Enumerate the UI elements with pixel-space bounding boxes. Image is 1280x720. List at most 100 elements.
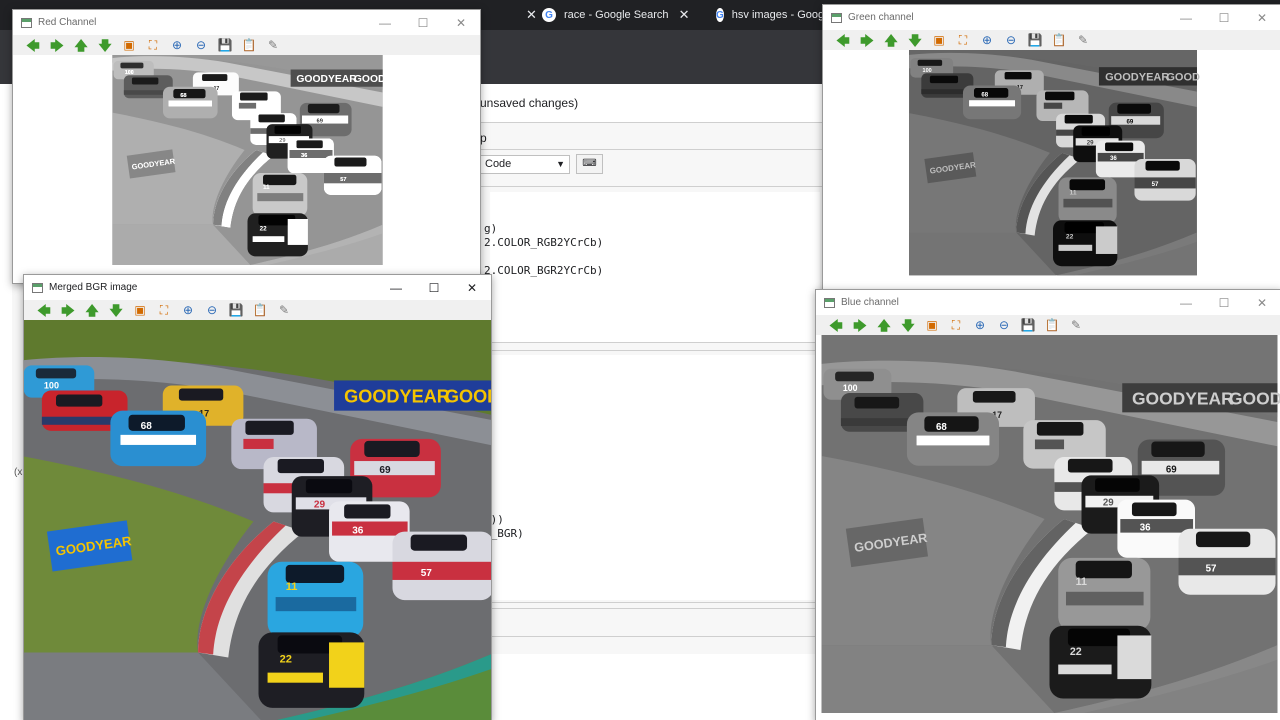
side-fragment: (x bbox=[14, 467, 23, 478]
keyboard-icon[interactable]: ⌨ bbox=[576, 154, 603, 174]
properties-icon[interactable]: ✎ bbox=[272, 301, 296, 319]
close-button[interactable]: ✕ bbox=[1243, 5, 1280, 30]
copy-icon[interactable]: 📋 bbox=[248, 301, 272, 319]
pan-right-icon[interactable]: 🡆 bbox=[855, 31, 879, 49]
zoom-fit-icon[interactable]: ⛶ bbox=[141, 36, 165, 54]
green-channel-window[interactable]: Green channel — ☐ ✕ 🡄 🡆 🡅 🡇 ▣ ⛶ ⊕ ⊖ 💾 📋 … bbox=[822, 4, 1280, 294]
zoom-out-icon[interactable]: ⊖ bbox=[200, 301, 224, 319]
window-titlebar[interactable]: Green channel — ☐ ✕ bbox=[823, 5, 1280, 30]
pan-right-icon[interactable]: 🡆 bbox=[45, 36, 69, 54]
close-button[interactable]: ✕ bbox=[442, 10, 480, 35]
minimize-button[interactable]: — bbox=[1167, 5, 1205, 30]
properties-icon[interactable]: ✎ bbox=[1071, 31, 1095, 49]
code-line: 2.COLOR_BGR2YCrCb) bbox=[484, 264, 604, 277]
zoom-original-icon[interactable]: ▣ bbox=[128, 301, 152, 319]
pan-right-icon[interactable]: 🡆 bbox=[848, 316, 872, 334]
red-channel-window[interactable]: Red Channel — ☐ ✕ 🡄 🡆 🡅 🡇 ▣ ⛶ ⊕ ⊖ 💾 📋 ✎ bbox=[12, 9, 481, 284]
close-button[interactable]: ✕ bbox=[1243, 290, 1280, 315]
properties-icon[interactable]: ✎ bbox=[261, 36, 285, 54]
divider bbox=[490, 602, 820, 603]
maximize-button[interactable]: ☐ bbox=[1205, 290, 1243, 315]
zoom-original-icon[interactable]: ▣ bbox=[920, 316, 944, 334]
copy-icon[interactable]: 📋 bbox=[237, 36, 261, 54]
zoom-out-icon[interactable]: ⊖ bbox=[189, 36, 213, 54]
divider bbox=[480, 122, 824, 123]
save-icon[interactable]: 💾 bbox=[213, 36, 237, 54]
zoom-fit-icon[interactable]: ⛶ bbox=[152, 301, 176, 319]
close-icon[interactable]: ✕ bbox=[526, 7, 537, 23]
scene-image bbox=[816, 335, 1280, 720]
divider bbox=[490, 608, 820, 609]
google-icon: G bbox=[716, 8, 724, 22]
notebook-title: unsaved changes) bbox=[480, 96, 579, 110]
pan-up-icon[interactable]: 🡅 bbox=[80, 301, 104, 319]
merged-bgr-image[interactable] bbox=[24, 320, 491, 720]
blue-channel-window[interactable]: Blue channel — ☐ ✕ 🡄 🡆 🡅 🡇 ▣ ⛶ ⊕ ⊖ 💾 📋 ✎ bbox=[815, 289, 1280, 720]
zoom-in-icon[interactable]: ⊕ bbox=[968, 316, 992, 334]
save-icon[interactable]: 💾 bbox=[1016, 316, 1040, 334]
window-icon bbox=[21, 17, 32, 28]
tab-label: hsv images - Googl bbox=[731, 9, 826, 21]
pan-left-icon[interactable]: 🡄 bbox=[831, 31, 855, 49]
cell-type-select[interactable]: Code ▼ bbox=[480, 155, 570, 174]
cell-type-value: Code bbox=[485, 158, 512, 170]
pan-left-icon[interactable]: 🡄 bbox=[32, 301, 56, 319]
minimize-button[interactable]: — bbox=[366, 10, 404, 35]
minimize-button[interactable]: — bbox=[1167, 290, 1205, 315]
code-line: 2.COLOR_RGB2YCrCb) bbox=[484, 236, 604, 249]
close-icon[interactable]: ✕ bbox=[679, 7, 690, 23]
pan-down-icon[interactable]: 🡇 bbox=[93, 36, 117, 54]
maximize-button[interactable]: ☐ bbox=[404, 10, 442, 35]
pan-down-icon[interactable]: 🡇 bbox=[104, 301, 128, 319]
tab-race-search[interactable]: G race - Google Search ✕ bbox=[542, 0, 710, 30]
green-channel-image[interactable] bbox=[823, 50, 1280, 293]
copy-icon[interactable]: 📋 bbox=[1047, 31, 1071, 49]
tab-hsv-images[interactable]: G hsv images - Googl bbox=[716, 0, 826, 30]
zoom-fit-icon[interactable]: ⛶ bbox=[944, 316, 968, 334]
menu-item[interactable]: p bbox=[480, 131, 487, 145]
window-toolbar: 🡄 🡆 🡅 🡇 ▣ ⛶ ⊕ ⊖ 💾 📋 ✎ bbox=[823, 30, 1280, 50]
save-icon[interactable]: 💾 bbox=[1023, 31, 1047, 49]
window-title: Red Channel bbox=[38, 17, 97, 28]
minimize-button[interactable]: — bbox=[377, 275, 415, 300]
merged-bgr-window[interactable]: Merged BGR image — ☐ ✕ 🡄 🡆 🡅 🡇 ▣ ⛶ ⊕ ⊖ 💾… bbox=[23, 274, 492, 720]
close-button[interactable]: ✕ bbox=[453, 275, 491, 300]
window-titlebar[interactable]: Red Channel — ☐ ✕ bbox=[13, 10, 480, 35]
tab-close-previous[interactable]: ✕ bbox=[516, 0, 537, 30]
code-cell[interactable] bbox=[490, 355, 820, 600]
blue-channel-image[interactable] bbox=[816, 335, 1280, 720]
zoom-in-icon[interactable]: ⊕ bbox=[165, 36, 189, 54]
divider bbox=[490, 350, 820, 351]
code-line: g) bbox=[484, 222, 498, 235]
copy-icon[interactable]: 📋 bbox=[1040, 316, 1064, 334]
window-titlebar[interactable]: Blue channel — ☐ ✕ bbox=[816, 290, 1280, 315]
zoom-original-icon[interactable]: ▣ bbox=[117, 36, 141, 54]
save-icon[interactable]: 💾 bbox=[224, 301, 248, 319]
pan-down-icon[interactable]: 🡇 bbox=[896, 316, 920, 334]
properties-icon[interactable]: ✎ bbox=[1064, 316, 1088, 334]
pan-down-icon[interactable]: 🡇 bbox=[903, 31, 927, 49]
divider bbox=[480, 149, 824, 150]
zoom-out-icon[interactable]: ⊖ bbox=[992, 316, 1016, 334]
pan-up-icon[interactable]: 🡅 bbox=[879, 31, 903, 49]
window-title: Blue channel bbox=[841, 297, 899, 308]
pan-left-icon[interactable]: 🡄 bbox=[824, 316, 848, 334]
maximize-button[interactable]: ☐ bbox=[415, 275, 453, 300]
pan-left-icon[interactable]: 🡄 bbox=[21, 36, 45, 54]
zoom-in-icon[interactable]: ⊕ bbox=[975, 31, 999, 49]
pan-up-icon[interactable]: 🡅 bbox=[872, 316, 896, 334]
window-icon bbox=[32, 282, 43, 293]
window-icon bbox=[824, 297, 835, 308]
window-titlebar[interactable]: Merged BGR image — ☐ ✕ bbox=[24, 275, 491, 300]
zoom-in-icon[interactable]: ⊕ bbox=[176, 301, 200, 319]
red-channel-image[interactable] bbox=[13, 55, 480, 283]
pan-right-icon[interactable]: 🡆 bbox=[56, 301, 80, 319]
pan-up-icon[interactable]: 🡅 bbox=[69, 36, 93, 54]
zoom-original-icon[interactable]: ▣ bbox=[927, 31, 951, 49]
maximize-button[interactable]: ☐ bbox=[1205, 5, 1243, 30]
zoom-out-icon[interactable]: ⊖ bbox=[999, 31, 1023, 49]
scene-image bbox=[24, 320, 491, 720]
divider bbox=[490, 342, 820, 343]
window-toolbar: 🡄 🡆 🡅 🡇 ▣ ⛶ ⊕ ⊖ 💾 📋 ✎ bbox=[24, 300, 491, 320]
zoom-fit-icon[interactable]: ⛶ bbox=[951, 31, 975, 49]
